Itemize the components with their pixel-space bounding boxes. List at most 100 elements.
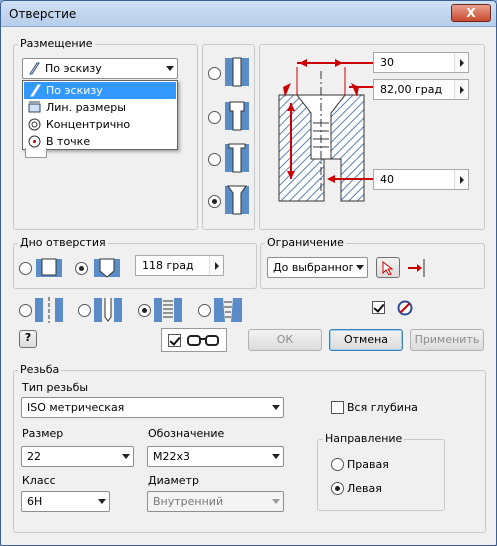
direction-right-radio[interactable] (331, 458, 344, 471)
title-bar[interactable]: Отверстие X (1, 1, 496, 27)
thread-group-label: Резьба (18, 363, 62, 376)
window-title: Отверстие (9, 7, 77, 21)
linear-dims-icon (28, 101, 41, 114)
termination-group-label: Ограничение (265, 236, 346, 249)
placement-dropdown: По эскизу Лин. размеры Концентрично В то… (22, 80, 178, 150)
chevron-down-icon (122, 454, 130, 459)
thread-type-radio-simple[interactable] (19, 304, 32, 317)
placement-value: По эскизу (45, 62, 102, 75)
size-label: Размер (22, 427, 64, 440)
simple-hole-icon (224, 57, 250, 90)
cancel-button[interactable]: Отмена (329, 329, 403, 351)
diameter-label: Диаметр (148, 474, 199, 487)
direction-group (317, 439, 445, 511)
thread-type-radio-taper[interactable] (198, 304, 211, 317)
placement-option-label: Лин. размеры (46, 101, 126, 114)
class-combo[interactable]: 6H (21, 491, 110, 512)
bottom-radio-flat[interactable] (19, 262, 32, 275)
sketch-icon (28, 84, 41, 97)
designation-value: M22x3 (153, 450, 190, 463)
arrow-select-icon (382, 260, 394, 276)
spotface-icon (224, 143, 250, 176)
tapped-hole-icon (153, 297, 183, 326)
point-icon (28, 135, 41, 148)
bottom-angle-spin[interactable]: 118 град (135, 255, 224, 276)
diameter-combo[interactable]: Внутренний (147, 491, 284, 512)
spin-arrow-icon[interactable] (454, 80, 468, 99)
chevron-down-icon (98, 499, 106, 504)
preview-checkbox[interactable] (168, 334, 181, 347)
direction-left-radio[interactable] (331, 482, 344, 495)
countersink-icon (224, 185, 250, 218)
placement-option-label: По эскизу (46, 84, 103, 97)
designation-label: Обозначение (148, 427, 225, 440)
hole-type-radio-counterbore[interactable] (208, 111, 221, 124)
top-diameter-spin[interactable]: 30 (373, 52, 469, 73)
chevron-down-icon (272, 499, 280, 504)
help-icon: ? (24, 331, 32, 344)
termination-combo[interactable]: До выбранного (267, 257, 368, 278)
class-label: Класс (22, 474, 56, 487)
chevron-down-icon (166, 66, 174, 71)
hole-dialog: Отверстие X Размещение По эскизу По эски… (0, 0, 497, 546)
placement-hidden-field (25, 148, 47, 158)
diameter-value: Внутренний (153, 495, 224, 508)
top-diameter-value: 30 (380, 56, 394, 69)
apply-button[interactable]: Применить (410, 329, 484, 351)
spin-arrow-icon[interactable] (454, 170, 468, 189)
placement-combo[interactable]: По эскизу (22, 58, 178, 79)
clearance-icon (93, 297, 123, 326)
angle-spin[interactable]: 82,00 град (373, 79, 469, 100)
glasses-icon (186, 333, 220, 350)
hole-type-radio-simple[interactable] (208, 67, 221, 80)
placement-option-label: В точке (46, 135, 91, 148)
thread-type-value: ISO метрическая (27, 401, 125, 414)
direction-left-label: Левая (347, 482, 382, 495)
designation-combo[interactable]: M22x3 (147, 446, 284, 467)
thread-type-combo[interactable]: ISO метрическая (21, 397, 284, 418)
placement-option-concentric[interactable]: Концентрично (24, 116, 176, 133)
simple-type-icon (34, 297, 64, 326)
concentric-icon (28, 118, 41, 131)
sketch-icon (27, 62, 40, 78)
depth-spin[interactable]: 40 (373, 169, 469, 190)
taper-tapped-icon (213, 297, 243, 326)
placement-group-label: Размещение (18, 37, 95, 50)
direction-right-label: Правая (347, 458, 389, 471)
bottom-group-label: Дно отверстия (18, 236, 108, 249)
termination-value: До выбранного (273, 261, 353, 274)
select-face-button[interactable] (376, 257, 400, 278)
bottom-radio-angle[interactable] (75, 262, 88, 275)
chevron-down-icon (272, 454, 280, 459)
close-button[interactable]: X (451, 4, 491, 22)
thread-type-radio-tapped[interactable] (138, 304, 151, 317)
thread-type-label: Тип резьбы (22, 381, 89, 394)
chevron-down-icon (356, 265, 364, 270)
preview-toggle[interactable] (161, 328, 227, 352)
hole-preview-diagram (278, 59, 374, 202)
placement-option-label: Концентрично (46, 118, 131, 131)
chevron-down-icon (272, 405, 280, 410)
ok-button[interactable]: ОК (248, 329, 322, 351)
full-depth-label: Вся глубина (347, 401, 418, 414)
angle-bottom-icon (93, 257, 121, 282)
help-button[interactable]: ? (19, 330, 37, 348)
spin-arrow-icon[interactable] (209, 256, 223, 275)
bottom-angle-value: 118 град (142, 259, 194, 272)
flat-bottom-icon (35, 257, 63, 282)
flip-icon[interactable] (406, 257, 428, 282)
option-checkbox[interactable] (372, 301, 385, 314)
direction-group-label: Направление (323, 432, 405, 445)
class-value: 6H (27, 495, 43, 508)
spin-arrow-icon[interactable] (454, 53, 468, 72)
hole-type-radio-countersink[interactable] (208, 195, 221, 208)
full-depth-checkbox[interactable] (331, 401, 344, 414)
thread-type-radio-clearance[interactable] (78, 304, 91, 317)
angle-value: 82,00 град (380, 83, 443, 96)
placement-option-sketch[interactable]: По эскизу (24, 82, 176, 99)
prohibited-icon[interactable] (397, 300, 413, 319)
size-combo[interactable]: 22 (21, 446, 134, 467)
placement-option-linear[interactable]: Лин. размеры (24, 99, 176, 116)
hole-type-radio-spotface[interactable] (208, 153, 221, 166)
depth-value: 40 (380, 173, 394, 186)
